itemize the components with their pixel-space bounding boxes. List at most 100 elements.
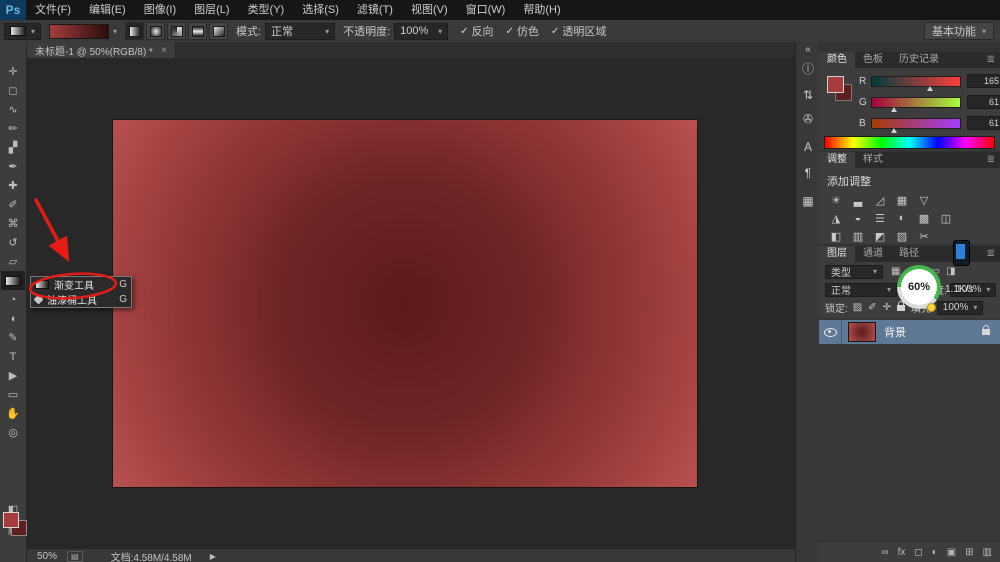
crop-tool[interactable]: ▞ (1, 138, 25, 157)
menu-help[interactable]: 帮助(H) (514, 0, 569, 20)
gradient-preview[interactable] (49, 24, 109, 39)
tab-history[interactable]: 历史记录 (891, 52, 947, 68)
menu-window[interactable]: 窗口(W) (457, 0, 515, 20)
exposure-icon[interactable]: ▦ (893, 193, 911, 207)
type-tool[interactable]: T (1, 347, 25, 366)
status-menu-arrow-icon[interactable]: ▶ (210, 552, 216, 561)
menu-select[interactable]: 选择(S) (293, 0, 348, 20)
layer-mask-icon[interactable]: ◻ (914, 547, 922, 558)
blue-slider-knob[interactable] (891, 128, 897, 133)
menu-image[interactable]: 图像(I) (135, 0, 185, 20)
transparency-checkbox[interactable]: ✓ 透明区域 (551, 23, 606, 39)
blur-tool[interactable]: ◔ (1, 290, 25, 309)
shape-tool[interactable]: ▭ (1, 385, 25, 404)
document-canvas[interactable] (113, 120, 697, 487)
delete-layer-icon[interactable]: ▥ (983, 547, 992, 558)
brightness-contrast-icon[interactable]: ☀ (827, 193, 845, 207)
document-tab[interactable]: 未标题-1 @ 50%(RGB/8) * × (27, 42, 176, 58)
info-icon[interactable]: ⓘ (796, 60, 820, 77)
lasso-tool[interactable]: ∿ (1, 100, 25, 119)
zoom-level-input[interactable]: 50% (37, 551, 57, 562)
selective-color-icon[interactable]: ✂ (915, 229, 933, 243)
curves-icon[interactable]: ◿ (871, 193, 889, 207)
hue-saturation-icon[interactable]: ◮ (827, 211, 845, 225)
color-balance-icon[interactable]: ◒ (849, 211, 867, 225)
red-slider-knob[interactable] (927, 86, 933, 91)
history-brush-tool[interactable]: ↺ (1, 233, 25, 252)
green-value[interactable]: 61 (967, 95, 1000, 109)
status-thumbnail-icon[interactable]: ▤ (67, 551, 83, 562)
clone-source-icon[interactable]: ✇ (796, 112, 820, 126)
quick-selection-tool[interactable]: ✏ (1, 119, 25, 138)
tab-paths[interactable]: 路径 (891, 246, 927, 262)
flyout-item-gradient-tool[interactable]: 渐变工具 G (31, 277, 131, 292)
brush-tool[interactable]: ✐ (1, 195, 25, 214)
reflected-gradient-button[interactable] (188, 22, 207, 40)
red-slider[interactable] (871, 76, 961, 87)
reverse-checkbox[interactable]: ✓ 反向 (460, 23, 493, 39)
dither-checkbox[interactable]: ✓ 仿色 (506, 23, 539, 39)
gradient-tool[interactable] (1, 271, 25, 290)
panel-menu-icon[interactable]: ≣ (982, 246, 1000, 262)
menu-edit[interactable]: 编辑(E) (80, 0, 135, 20)
foreground-color-chip[interactable] (827, 76, 844, 93)
vibrance-icon[interactable]: ▽ (915, 193, 933, 207)
gradient-map-icon[interactable]: ▨ (893, 229, 911, 243)
tab-styles[interactable]: 样式 (855, 152, 891, 168)
green-slider[interactable] (871, 97, 961, 108)
layer-row-background[interactable]: 背景 (819, 320, 1000, 344)
blend-mode-dropdown[interactable]: 正常 ▾ (825, 283, 897, 297)
posterize-icon[interactable]: ▥ (849, 229, 867, 243)
tab-adjustments[interactable]: 调整 (819, 152, 855, 168)
hand-tool[interactable]: ✋ (1, 404, 25, 423)
menu-view[interactable]: 视图(V) (402, 0, 457, 20)
menu-filter[interactable]: 滤镜(T) (348, 0, 402, 20)
tool-preset-dropdown[interactable]: ▾ (4, 23, 41, 40)
adjustment-layer-icon[interactable]: ◐ (932, 547, 938, 558)
histogram-icon[interactable]: ▦ (796, 194, 820, 208)
layer-group-icon[interactable]: ▣ (947, 547, 956, 558)
linear-gradient-button[interactable] (125, 22, 144, 40)
collapse-dock-icon[interactable]: « (796, 44, 820, 55)
zoom-tool[interactable]: ◎ (1, 423, 25, 442)
menu-type[interactable]: 类型(Y) (239, 0, 294, 20)
angle-gradient-button[interactable] (167, 22, 186, 40)
menu-file[interactable]: 文件(F) (26, 0, 80, 20)
lock-transparent-icon[interactable]: ▨ (853, 302, 862, 313)
pen-tool[interactable]: ✎ (1, 328, 25, 347)
clone-stamp-tool[interactable]: ⌘ (1, 214, 25, 233)
fill-dropdown[interactable]: 100% ▾ (937, 301, 983, 315)
layer-style-icon[interactable]: fx (898, 547, 906, 558)
diamond-gradient-button[interactable] (209, 22, 228, 40)
color-lookup-icon[interactable]: ◫ (937, 211, 955, 225)
foreground-color-swatch[interactable] (3, 512, 19, 528)
filter-smart-icon[interactable]: ◨ (946, 266, 955, 277)
tab-swatches[interactable]: 色板 (855, 52, 891, 68)
blue-slider[interactable] (871, 118, 961, 129)
lock-move-icon[interactable]: ✛ (883, 302, 891, 313)
layer-filter-dropdown[interactable]: 类型 ▾ (825, 265, 883, 279)
black-white-icon[interactable]: ☰ (871, 211, 889, 225)
panel-menu-icon[interactable]: ≣ (982, 152, 1000, 168)
paragraph-icon[interactable]: ¶ (796, 166, 820, 180)
move-tool[interactable]: ✛ (1, 62, 25, 81)
visibility-cell[interactable] (819, 320, 842, 344)
dodge-tool[interactable]: ◖ (1, 309, 25, 328)
threshold-icon[interactable]: ◩ (871, 229, 889, 243)
green-slider-knob[interactable] (891, 107, 897, 112)
tab-channels[interactable]: 通道 (855, 246, 891, 262)
panel-menu-icon[interactable]: ≣ (982, 52, 1000, 68)
levels-icon[interactable]: ▃ (849, 193, 867, 207)
close-icon[interactable]: × (161, 45, 167, 56)
marquee-tool[interactable]: ◻ (1, 81, 25, 100)
color-spectrum-ramp[interactable] (824, 136, 995, 149)
eraser-tool[interactable]: ▱ (1, 252, 25, 271)
mode-dropdown[interactable]: 正常 ▾ (265, 23, 335, 40)
layer-thumbnail[interactable] (848, 322, 876, 342)
invert-icon[interactable]: ◧ (827, 229, 845, 243)
red-value[interactable]: 165 (967, 74, 1000, 88)
healing-brush-tool[interactable]: ✚ (1, 176, 25, 195)
link-layers-icon[interactable]: ∞ (881, 547, 888, 558)
eyedropper-tool[interactable]: ✒ (1, 157, 25, 176)
character-icon[interactable]: A (796, 140, 820, 154)
